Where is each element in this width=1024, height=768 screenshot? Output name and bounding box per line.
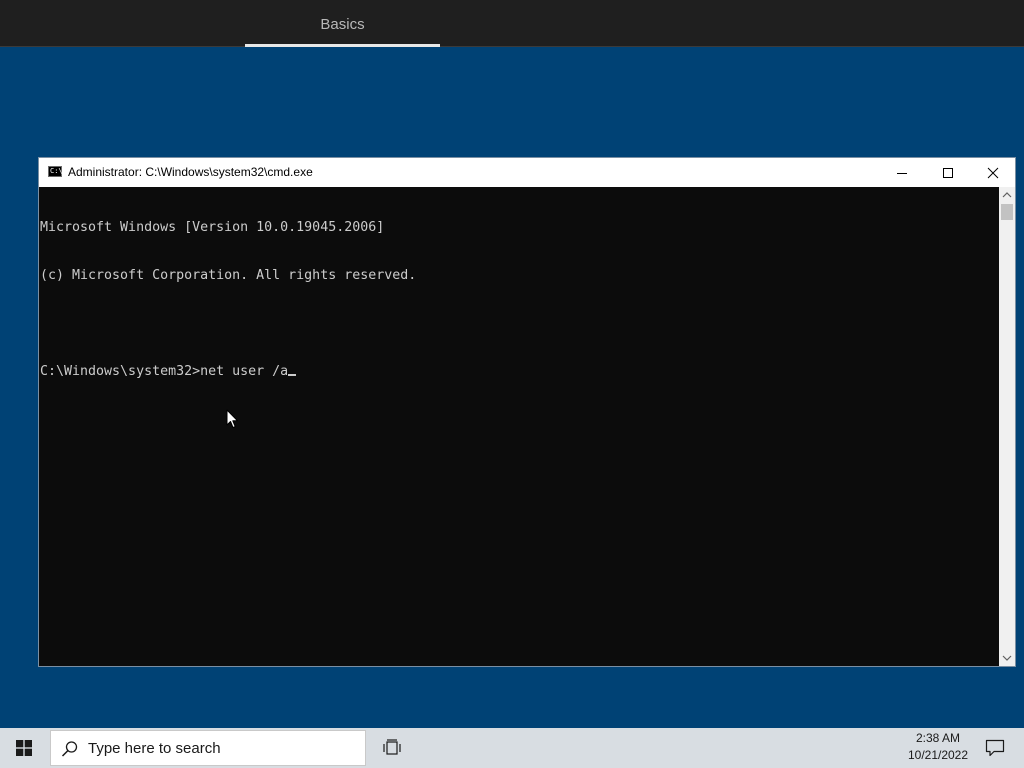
console-line: Microsoft Windows [Version 10.0.19045.20… <box>40 220 385 235</box>
console-output[interactable]: Microsoft Windows [Version 10.0.19045.20… <box>39 187 999 666</box>
task-view-icon <box>383 739 401 755</box>
chevron-up-icon <box>1002 192 1012 198</box>
maximize-icon <box>943 168 953 178</box>
tab-basics[interactable]: Basics <box>245 0 440 46</box>
minimize-button[interactable] <box>879 158 925 187</box>
close-icon <box>987 167 999 179</box>
cmd-app-icon[interactable]: C:\ <box>48 166 63 177</box>
taskbar-search-box[interactable]: Type here to search <box>50 730 366 766</box>
taskbar-clock[interactable]: 2:38 AM 10/21/2022 <box>896 730 980 766</box>
windows-logo-icon <box>16 740 32 756</box>
scroll-up-button[interactable] <box>999 187 1015 203</box>
console-line: (c) Microsoft Corporation. All rights re… <box>40 268 417 283</box>
mouse-pointer-icon <box>226 409 238 428</box>
start-button[interactable] <box>0 728 48 768</box>
notification-icon <box>985 739 1005 757</box>
minimize-icon <box>897 173 907 174</box>
clock-time: 2:38 AM <box>915 731 961 745</box>
scroll-down-button[interactable] <box>999 650 1015 666</box>
console-command: C:\Windows\system32>net user /a <box>40 364 289 379</box>
taskbar: Type here to search 2:38 AM 10/21/2022 <box>0 728 1024 768</box>
vertical-scrollbar[interactable] <box>999 187 1015 666</box>
search-icon <box>61 741 78 757</box>
cmd-app-icon-label: C:\ <box>50 167 63 175</box>
search-placeholder: Type here to search <box>88 740 221 757</box>
console-prompt-line: C:\Windows\system32>net user /a <box>40 364 999 380</box>
scroll-thumb[interactable] <box>1001 204 1013 220</box>
cmd-window-title: Administrator: C:\Windows\system32\cmd.e… <box>68 165 313 179</box>
cmd-window[interactable]: C:\ Administrator: C:\Windows\system32\c… <box>38 157 1016 667</box>
maximize-button[interactable] <box>925 158 971 187</box>
close-button[interactable] <box>970 158 1016 187</box>
cmd-title-bar[interactable]: C:\ Administrator: C:\Windows\system32\c… <box>39 158 1015 187</box>
action-center-button[interactable] <box>976 728 1016 768</box>
oobe-top-bar: Basics <box>0 0 1024 47</box>
chevron-down-icon <box>1002 655 1012 661</box>
clock-date: 10/21/2022 <box>907 748 969 762</box>
text-cursor <box>288 374 297 376</box>
task-view-button[interactable] <box>372 728 412 768</box>
